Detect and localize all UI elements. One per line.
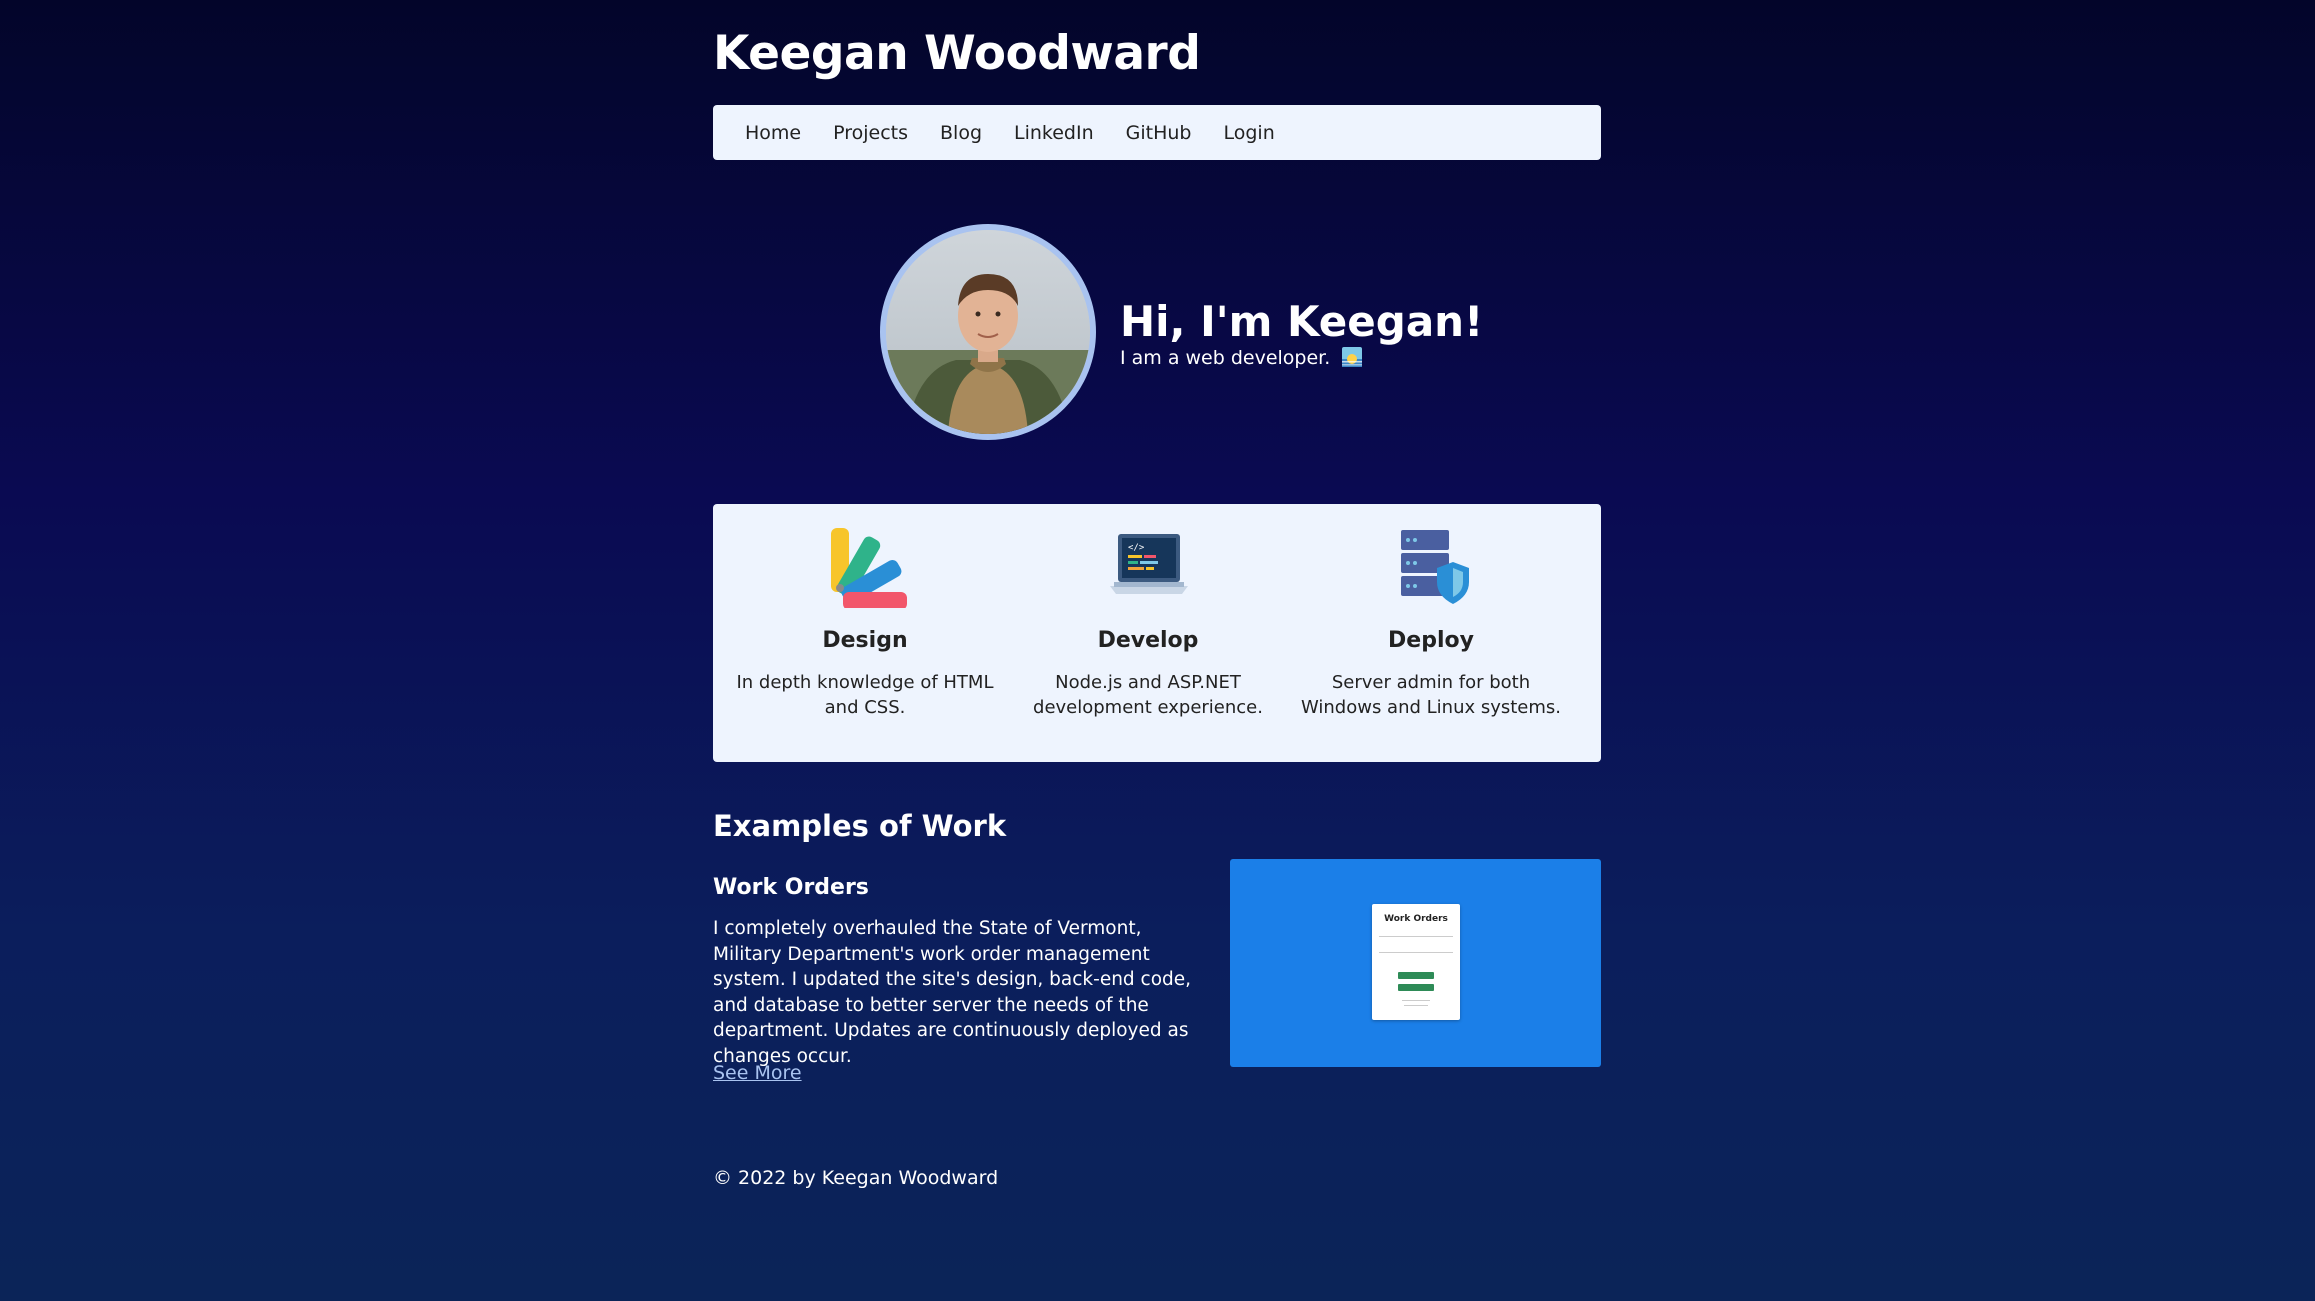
hero-subtitle-text: I am a web developer.: [1120, 347, 1331, 369]
work-item-description: I completely overhauled the State of Ver…: [713, 918, 1192, 1067]
navbar: Home Projects Blog LinkedIn GitHub Login: [713, 105, 1601, 160]
hero-section: Hi, I'm Keegan! I am a web developer.: [880, 224, 1483, 440]
preview-title: Work Orders: [1384, 914, 1448, 924]
avatar: [880, 224, 1096, 440]
hero-subtitle: I am a web developer.: [1120, 344, 1363, 372]
service-description: Server admin for both Windows and Linux …: [1300, 672, 1562, 718]
examples-section-title: Examples of Work: [713, 809, 1007, 843]
hero-heading: Hi, I'm Keegan!: [1120, 297, 1484, 346]
work-preview-image[interactable]: Work Orders: [1230, 859, 1601, 1067]
laptop-code-icon: </>: [1110, 534, 1188, 594]
nav-link-login[interactable]: Login: [1224, 122, 1275, 144]
footer-copyright: © 2022 by Keegan Woodward: [713, 1167, 999, 1189]
nav-link-home[interactable]: Home: [745, 122, 801, 144]
nav-link-blog[interactable]: Blog: [940, 122, 982, 144]
nav-link-projects[interactable]: Projects: [833, 122, 908, 144]
service-title: Deploy: [1388, 628, 1474, 653]
nav-link-linkedin[interactable]: LinkedIn: [1014, 122, 1094, 144]
service-description: Node.js and ASP.NET development experien…: [1033, 672, 1263, 718]
service-title: Design: [822, 628, 908, 653]
work-item-title: Work Orders: [713, 875, 869, 900]
site-title: Keegan Woodward: [713, 26, 1201, 81]
server-shield-icon: [1401, 530, 1469, 604]
svg-text:</>: </>: [1128, 543, 1145, 553]
see-more-link[interactable]: See More: [713, 1059, 802, 1087]
service-design: Design In depth knowledge of HTML and CS…: [724, 504, 1006, 762]
profile-photo: [886, 230, 1090, 434]
service-develop: </> Develop Node.js and ASP.NET developm…: [1007, 504, 1289, 762]
nav-link-github[interactable]: GitHub: [1126, 122, 1192, 144]
service-title: Develop: [1097, 628, 1199, 653]
service-description: In depth knowledge of HTML and CSS.: [736, 672, 994, 718]
sunrise-icon: [1342, 347, 1363, 367]
color-palette-icon: [831, 528, 907, 608]
services-panel: Design In depth knowledge of HTML and CS…: [713, 504, 1601, 762]
work-orders-screenshot: Work Orders: [1372, 904, 1460, 1020]
service-deploy: Deploy Server admin for both Windows and…: [1290, 504, 1572, 762]
